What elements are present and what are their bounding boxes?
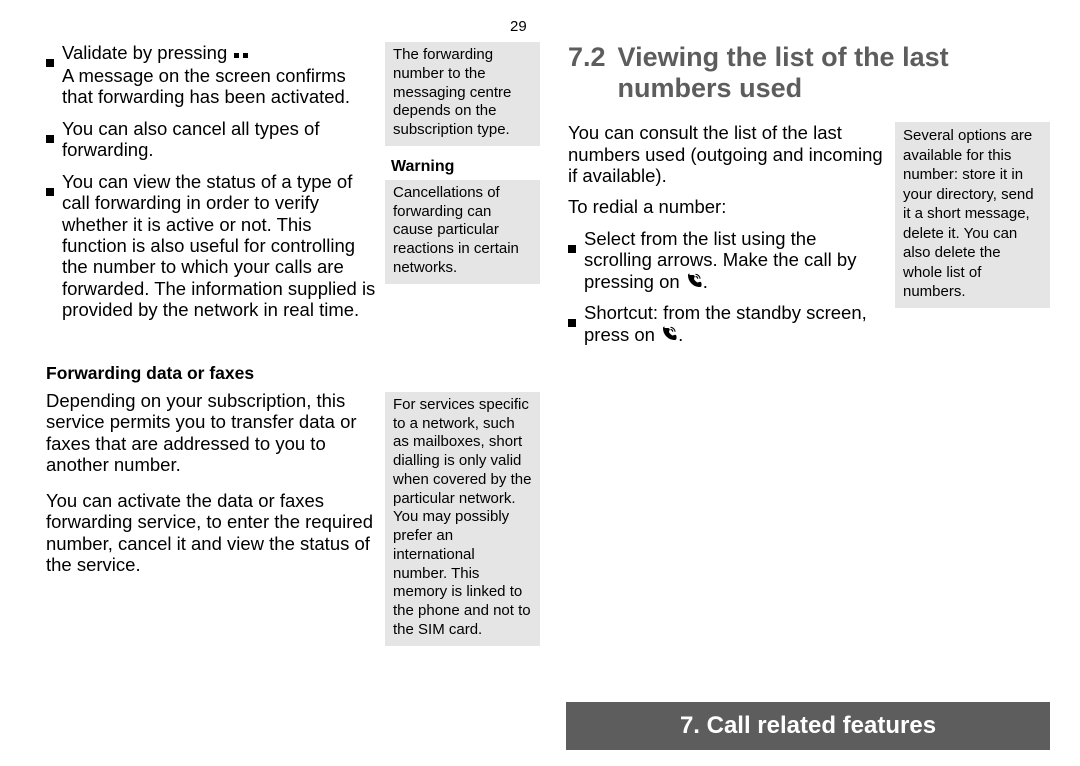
margin-note-options: Several options are available for this n… bbox=[895, 122, 1050, 308]
bullet-text: You can view the status of a type of cal… bbox=[62, 171, 379, 321]
bullet-text: Shortcut: from the standby screen, press… bbox=[584, 302, 867, 344]
right-column: 7.2 Viewing the list of the last numbers… bbox=[568, 42, 1050, 652]
page-number: 29 bbox=[510, 18, 527, 35]
call-icon bbox=[660, 325, 678, 343]
bullet-item: Validate by pressing A message on the sc… bbox=[46, 42, 379, 108]
bullet-item: You can also cancel all types of forward… bbox=[46, 118, 379, 161]
bullet-text: Validate by pressing bbox=[62, 42, 232, 63]
call-icon bbox=[685, 272, 703, 290]
margin-note-cancellation: Cancellations of forwarding can cause pa… bbox=[385, 180, 540, 284]
section-heading: 7.2 Viewing the list of the last numbers… bbox=[568, 42, 1050, 104]
bullet-item: You can view the status of a type of cal… bbox=[46, 171, 379, 321]
bullet-item: Select from the list using the scrolling… bbox=[568, 228, 887, 292]
bullet-text: A message on the screen confirms that fo… bbox=[62, 65, 350, 107]
left-column: The forwarding number to the messaging c… bbox=[46, 42, 540, 652]
dots-icon bbox=[232, 43, 250, 64]
bullet-item: Shortcut: from the standby screen, press… bbox=[568, 302, 887, 345]
bullet-text: Select from the list using the scrolling… bbox=[584, 228, 856, 292]
margin-note-services: For services specific to a network, such… bbox=[385, 392, 540, 646]
section-title: Viewing the list of the last numbers use… bbox=[618, 42, 1050, 104]
margin-note-forwarding: The forwarding number to the messaging c… bbox=[385, 42, 540, 146]
bullet-text: You can also cancel all types of forward… bbox=[62, 118, 379, 161]
section-number: 7.2 bbox=[568, 42, 606, 104]
chapter-banner: 7. Call related features bbox=[566, 702, 1050, 750]
subheading-forwarding-data: Forwarding data or faxes bbox=[46, 363, 540, 384]
warning-heading: Warning bbox=[385, 152, 540, 180]
